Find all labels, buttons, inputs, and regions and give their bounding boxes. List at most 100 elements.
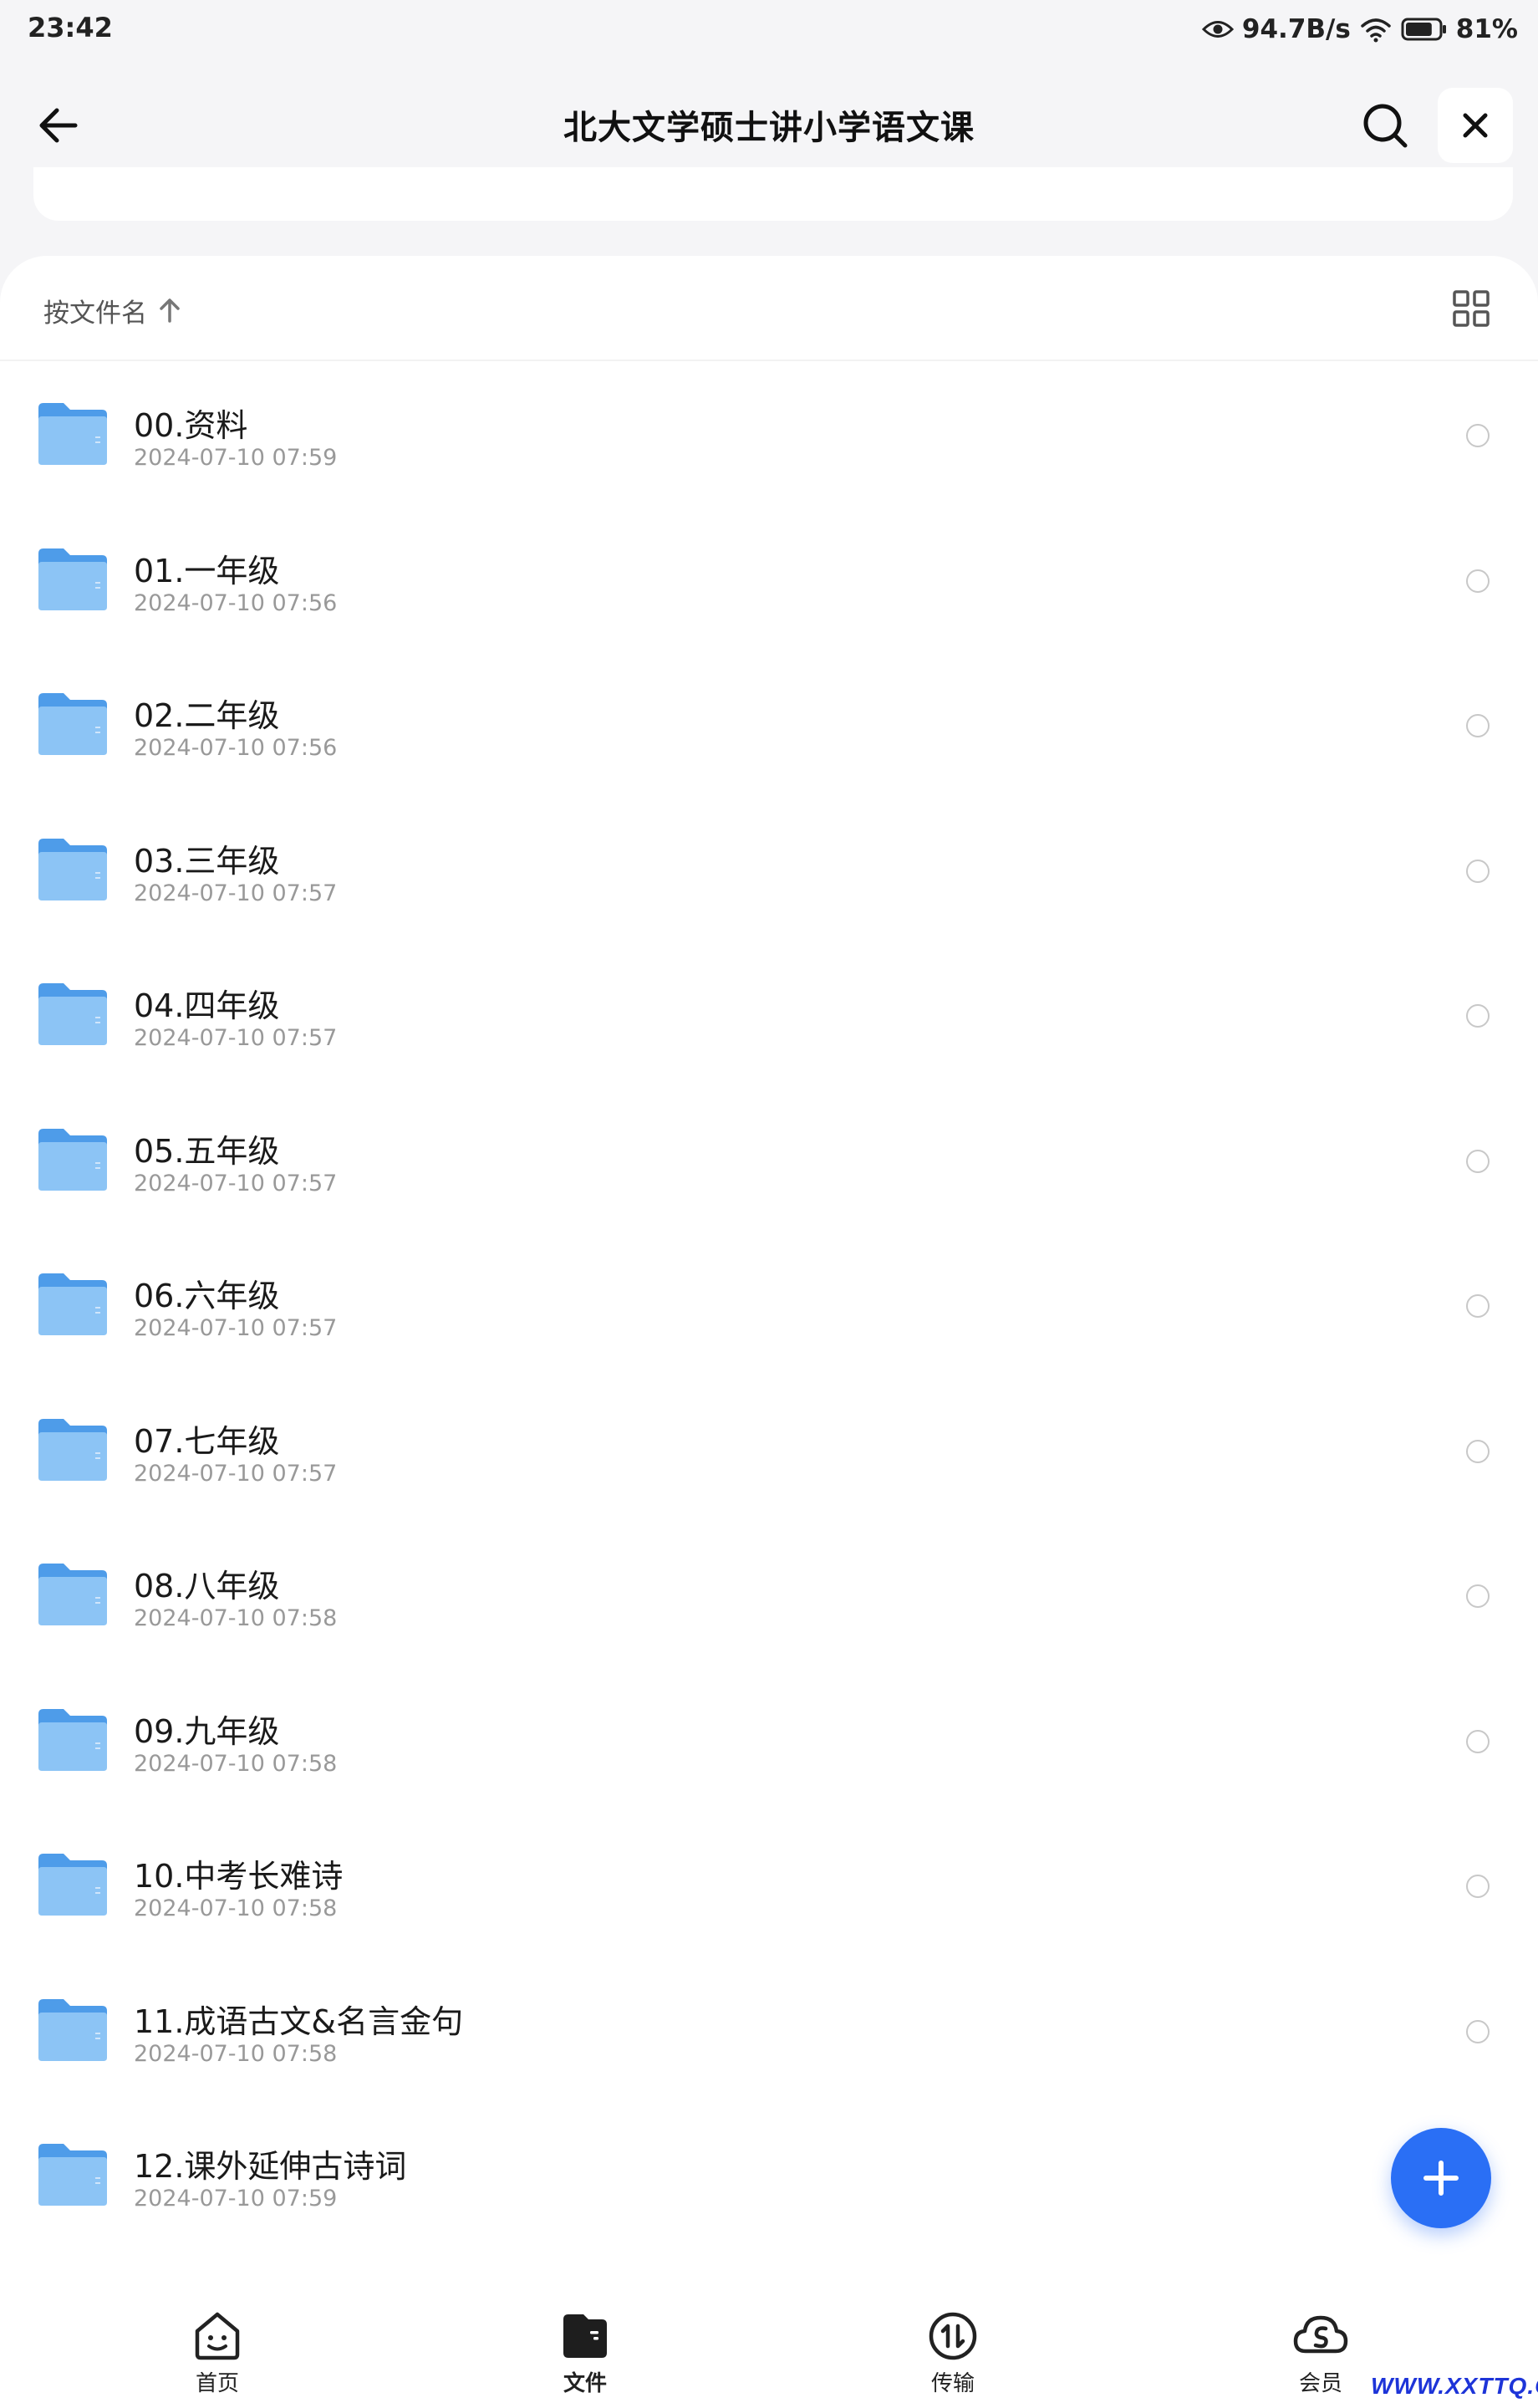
arrow-up-icon <box>160 298 180 323</box>
grid-icon <box>1453 290 1490 327</box>
tab-vip[interactable]: 会员 <box>1254 2309 1388 2401</box>
select-radio[interactable] <box>1466 569 1490 593</box>
file-name: 01.一年级 <box>134 552 280 589</box>
collapsed-info-card <box>33 167 1513 221</box>
file-row[interactable]: 11.成语古文&名言金句 2024-07-10 07:58 <box>0 1957 1538 2103</box>
folder-icon <box>38 1418 107 1481</box>
tab-label: 文件 <box>563 2371 607 2396</box>
file-date: 2024-07-10 07:59 <box>134 2186 338 2212</box>
folder-icon <box>38 1128 107 1191</box>
select-radio[interactable] <box>1466 424 1490 447</box>
file-name: 03.三年级 <box>134 842 280 880</box>
file-date: 2024-07-10 07:58 <box>134 1750 338 1777</box>
select-radio[interactable] <box>1466 2019 1490 2043</box>
close-icon <box>1463 113 1488 138</box>
file-name: 05.五年级 <box>134 1132 280 1170</box>
file-row[interactable]: 00.资料 2024-07-10 07:59 <box>0 361 1538 507</box>
file-date: 2024-07-10 07:57 <box>134 1025 338 1051</box>
file-name: 04.四年级 <box>134 987 280 1024</box>
battery-icon <box>1401 17 1448 42</box>
folder-icon <box>38 1273 107 1335</box>
net-speed: 94.7B/s <box>1241 14 1351 44</box>
status-bar: 23:42 94.7B/s 81% <box>0 0 1538 59</box>
file-row[interactable]: 09.九年级 2024-07-10 07:58 <box>0 1667 1538 1813</box>
battery-percent: 81% <box>1455 14 1518 44</box>
file-row[interactable]: 08.八年级 2024-07-10 07:58 <box>0 1522 1538 1667</box>
select-radio[interactable] <box>1466 1875 1490 1898</box>
file-row[interactable]: 10.中考长难诗 2024-07-10 07:58 <box>0 1812 1538 1957</box>
folder-icon <box>38 548 107 610</box>
file-date: 2024-07-10 07:58 <box>134 1895 338 1921</box>
file-name: 11.成语古文&名言金句 <box>134 2002 464 2040</box>
folder-icon <box>38 1708 107 1771</box>
sort-label: 按文件名 <box>43 298 147 329</box>
file-date: 2024-07-10 07:57 <box>134 1460 338 1487</box>
view-toggle-button[interactable] <box>1452 289 1490 328</box>
add-button[interactable] <box>1391 2128 1491 2228</box>
file-name: 10.中考长难诗 <box>134 1858 344 1895</box>
select-radio[interactable] <box>1466 859 1490 883</box>
folder-icon <box>38 403 107 465</box>
file-date: 2024-07-10 07:58 <box>134 1605 338 1631</box>
search-button[interactable] <box>1360 100 1410 150</box>
folder-icon <box>38 2144 107 2206</box>
file-name: 06.六年级 <box>134 1278 280 1314</box>
folder-icon <box>38 983 107 1045</box>
file-row[interactable]: 05.五年级 2024-07-10 07:57 <box>0 1087 1538 1232</box>
folder-tab-icon <box>563 2314 607 2358</box>
file-name: 07.七年级 <box>134 1422 280 1460</box>
plus-icon <box>1423 2161 1459 2196</box>
select-radio[interactable] <box>1466 1439 1490 1463</box>
nav-bar: 北大文学硕士讲小学语文课 <box>0 75 1538 176</box>
select-radio[interactable] <box>1466 714 1490 737</box>
file-list: 00.资料 2024-07-10 07:59 01.一年级 2024-07-10… <box>0 361 1538 2247</box>
watermark: WWW.XXTTQ.COM <box>1371 2373 1538 2399</box>
file-date: 2024-07-10 07:56 <box>134 735 338 761</box>
status-time: 23:42 <box>28 12 113 43</box>
file-row[interactable]: 04.四年级 2024-07-10 07:57 <box>0 941 1538 1087</box>
select-radio[interactable] <box>1466 1004 1490 1028</box>
folder-icon <box>38 1998 107 2061</box>
tab-label: 首页 <box>195 2371 239 2396</box>
file-date: 2024-07-10 07:57 <box>134 880 338 906</box>
folder-icon <box>38 1854 107 1916</box>
tab-transfer[interactable]: 传输 <box>886 2309 1020 2401</box>
file-row[interactable]: 07.七年级 2024-07-10 07:57 <box>0 1377 1538 1523</box>
search-icon <box>1363 104 1408 148</box>
select-radio[interactable] <box>1466 1584 1490 1608</box>
folder-icon <box>38 1564 107 1625</box>
tab-label: 会员 <box>1298 2371 1342 2396</box>
status-right: 94.7B/s 81% <box>1201 10 1518 48</box>
tab-label: 传输 <box>930 2371 975 2396</box>
select-radio[interactable] <box>1466 1729 1490 1753</box>
select-radio[interactable] <box>1466 1149 1490 1173</box>
folder-icon <box>38 838 107 900</box>
file-name: 12.课外延伸古诗词 <box>134 2148 407 2185</box>
home-face-icon <box>195 2312 240 2360</box>
file-row[interactable]: 06.六年级 2024-07-10 07:57 <box>0 1232 1538 1377</box>
tab-files[interactable]: 文件 <box>518 2309 652 2401</box>
file-name: 09.九年级 <box>134 1712 280 1750</box>
sort-selector[interactable]: 按文件名 <box>43 289 181 331</box>
transfer-icon <box>929 2312 977 2360</box>
folder-icon <box>38 693 107 755</box>
file-name: 02.二年级 <box>134 697 280 734</box>
close-button[interactable] <box>1438 88 1513 163</box>
select-radio[interactable] <box>1466 1294 1490 1318</box>
page-title: 北大文学硕士讲小学语文课 <box>563 109 975 147</box>
file-name: 00.资料 <box>134 407 248 444</box>
file-date: 2024-07-10 07:58 <box>134 2040 338 2067</box>
tab-home[interactable]: 首页 <box>150 2309 284 2401</box>
file-date: 2024-07-10 07:56 <box>134 589 338 616</box>
file-row[interactable]: 12.课外延伸古诗词 2024-07-10 07:59 <box>0 2102 1538 2247</box>
file-sheet: 按文件名 00.资料 2024-07-10 07:59 01.一年级 2024-… <box>0 256 1538 2408</box>
file-name: 08.八年级 <box>134 1568 280 1604</box>
file-row[interactable]: 01.一年级 2024-07-10 07:56 <box>0 507 1538 652</box>
file-row[interactable]: 02.二年级 2024-07-10 07:56 <box>0 651 1538 797</box>
vip-cloud-icon <box>1293 2315 1348 2354</box>
wifi-icon <box>1359 16 1393 43</box>
file-date: 2024-07-10 07:59 <box>134 445 338 471</box>
eye-icon <box>1201 18 1234 40</box>
bottom-tab-bar: 首页 文件 传输 会员 <box>0 2291 1538 2408</box>
file-row[interactable]: 03.三年级 2024-07-10 07:57 <box>0 797 1538 942</box>
